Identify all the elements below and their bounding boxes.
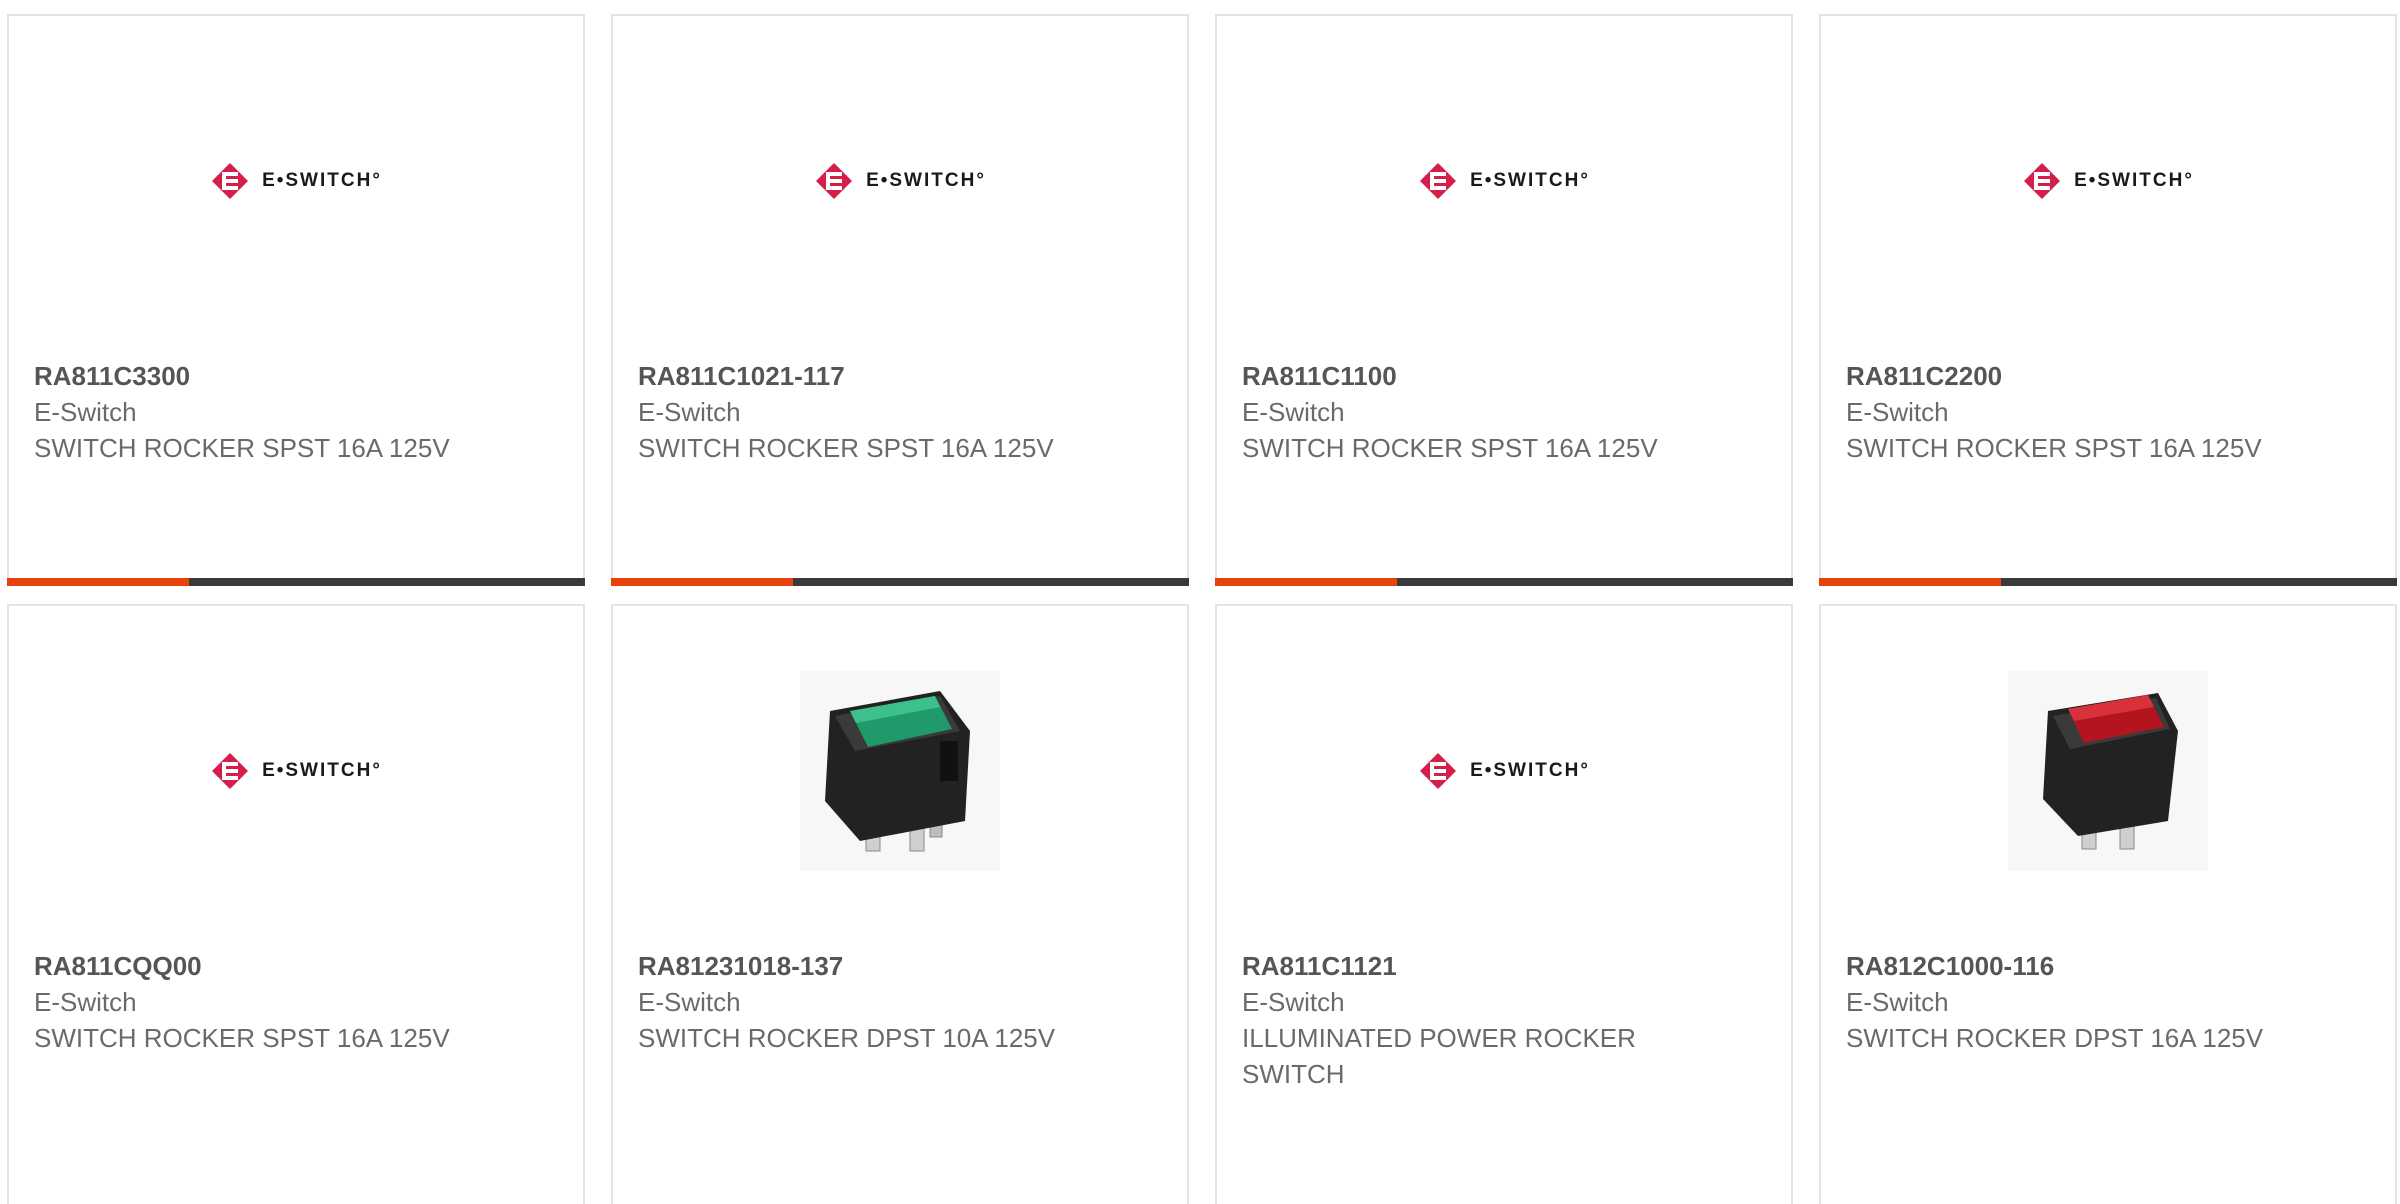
card-bottom-bar [1215, 578, 1793, 586]
card-bottom-bar [611, 578, 1189, 586]
eswitch-logo: E•SWITCH° [1418, 751, 1590, 791]
part-number[interactable]: RA811C3300 [34, 358, 563, 394]
description: ILLUMINATED POWER ROCKER SWITCH [1242, 1023, 1636, 1089]
logo-text: E•SWITCH° [2074, 170, 2194, 191]
product-card[interactable]: RA812C1000-116 E-Switch SWITCH ROCKER DP… [1819, 604, 2397, 1204]
description: SWITCH ROCKER DPST 10A 125V [638, 1023, 1056, 1053]
product-info: RA811C1100 E-Switch SWITCH ROCKER SPST 1… [1242, 358, 1771, 466]
product-image[interactable]: E•SWITCH° [9, 606, 583, 936]
part-number[interactable]: RA811C2200 [1846, 358, 2375, 394]
manufacturer: E-Switch [1242, 397, 1345, 427]
product-image[interactable] [613, 606, 1187, 936]
eswitch-diamond-icon [816, 163, 853, 199]
product-image[interactable]: E•SWITCH° [9, 16, 583, 346]
product-card[interactable]: E•SWITCH° RA811C3300 E-Switch SWITCH ROC… [7, 14, 585, 586]
product-info: RA81231018-137 E-Switch SWITCH ROCKER DP… [638, 948, 1167, 1056]
eswitch-logo: E•SWITCH° [210, 751, 382, 791]
product-card[interactable]: E•SWITCH° RA811CQQ00 E-Switch SWITCH ROC… [7, 604, 585, 1204]
manufacturer: E-Switch [638, 987, 741, 1017]
part-number[interactable]: RA812C1000-116 [1846, 948, 2375, 984]
manufacturer: E-Switch [34, 397, 137, 427]
product-info: RA811C3300 E-Switch SWITCH ROCKER SPST 1… [34, 358, 563, 466]
logo-text: E•SWITCH° [1470, 170, 1590, 191]
manufacturer: E-Switch [34, 987, 137, 1017]
green-rocker-switch-icon [800, 671, 1000, 871]
eswitch-diamond-icon [1420, 753, 1457, 789]
description: SWITCH ROCKER SPST 16A 125V [1846, 433, 2262, 463]
product-card[interactable]: E•SWITCH° RA811C1121 E-Switch ILLUMINATE… [1215, 604, 1793, 1204]
product-image[interactable] [1821, 606, 2395, 936]
manufacturer: E-Switch [1242, 987, 1345, 1017]
manufacturer: E-Switch [1846, 397, 1949, 427]
red-rocker-switch-icon [2008, 671, 2208, 871]
card-bar-accent [611, 578, 793, 586]
card-bar-accent [1215, 578, 1397, 586]
description: SWITCH ROCKER DPST 16A 125V [1846, 1023, 2264, 1053]
eswitch-logo: E•SWITCH° [2022, 161, 2194, 201]
card-bottom-bar [7, 578, 585, 586]
part-number[interactable]: RA811C1021-117 [638, 358, 1167, 394]
product-card[interactable]: RA81231018-137 E-Switch SWITCH ROCKER DP… [611, 604, 1189, 1204]
product-image[interactable]: E•SWITCH° [1217, 606, 1791, 936]
eswitch-diamond-icon [2024, 163, 2061, 199]
description: SWITCH ROCKER SPST 16A 125V [638, 433, 1054, 463]
description: SWITCH ROCKER SPST 16A 125V [1242, 433, 1658, 463]
logo-text: E•SWITCH° [866, 170, 986, 191]
logo-text: E•SWITCH° [262, 170, 382, 191]
product-info: RA811C2200 E-Switch SWITCH ROCKER SPST 1… [1846, 358, 2375, 466]
eswitch-diamond-icon [212, 163, 249, 199]
part-number[interactable]: RA81231018-137 [638, 948, 1167, 984]
eswitch-diamond-icon [212, 753, 249, 789]
eswitch-logo: E•SWITCH° [210, 161, 382, 201]
part-number[interactable]: RA811C1121 [1242, 948, 1771, 984]
description: SWITCH ROCKER SPST 16A 125V [34, 433, 450, 463]
logo-text: E•SWITCH° [262, 760, 382, 781]
product-image[interactable]: E•SWITCH° [1821, 16, 2395, 346]
product-card[interactable]: E•SWITCH° RA811C1100 E-Switch SWITCH ROC… [1215, 14, 1793, 586]
product-info: RA811C1021-117 E-Switch SWITCH ROCKER SP… [638, 358, 1167, 466]
part-number[interactable]: RA811CQQ00 [34, 948, 563, 984]
manufacturer: E-Switch [1846, 987, 1949, 1017]
eswitch-diamond-icon [1420, 163, 1457, 199]
product-card[interactable]: E•SWITCH° RA811C2200 E-Switch SWITCH ROC… [1819, 14, 2397, 586]
part-number[interactable]: RA811C1100 [1242, 358, 1771, 394]
logo-text: E•SWITCH° [1470, 760, 1590, 781]
product-info: RA811CQQ00 E-Switch SWITCH ROCKER SPST 1… [34, 948, 563, 1056]
card-bar-accent [7, 578, 189, 586]
description: SWITCH ROCKER SPST 16A 125V [34, 1023, 450, 1053]
card-bottom-bar [1819, 578, 2397, 586]
product-image[interactable]: E•SWITCH° [1217, 16, 1791, 346]
product-card[interactable]: E•SWITCH° RA811C1021-117 E-Switch SWITCH… [611, 14, 1189, 586]
product-info: RA812C1000-116 E-Switch SWITCH ROCKER DP… [1846, 948, 2375, 1056]
eswitch-logo: E•SWITCH° [814, 161, 986, 201]
eswitch-logo: E•SWITCH° [1418, 161, 1590, 201]
card-bar-accent [1819, 578, 2001, 586]
manufacturer: E-Switch [638, 397, 741, 427]
product-image[interactable]: E•SWITCH° [613, 16, 1187, 346]
product-info: RA811C1121 E-Switch ILLUMINATED POWER RO… [1242, 948, 1771, 1092]
